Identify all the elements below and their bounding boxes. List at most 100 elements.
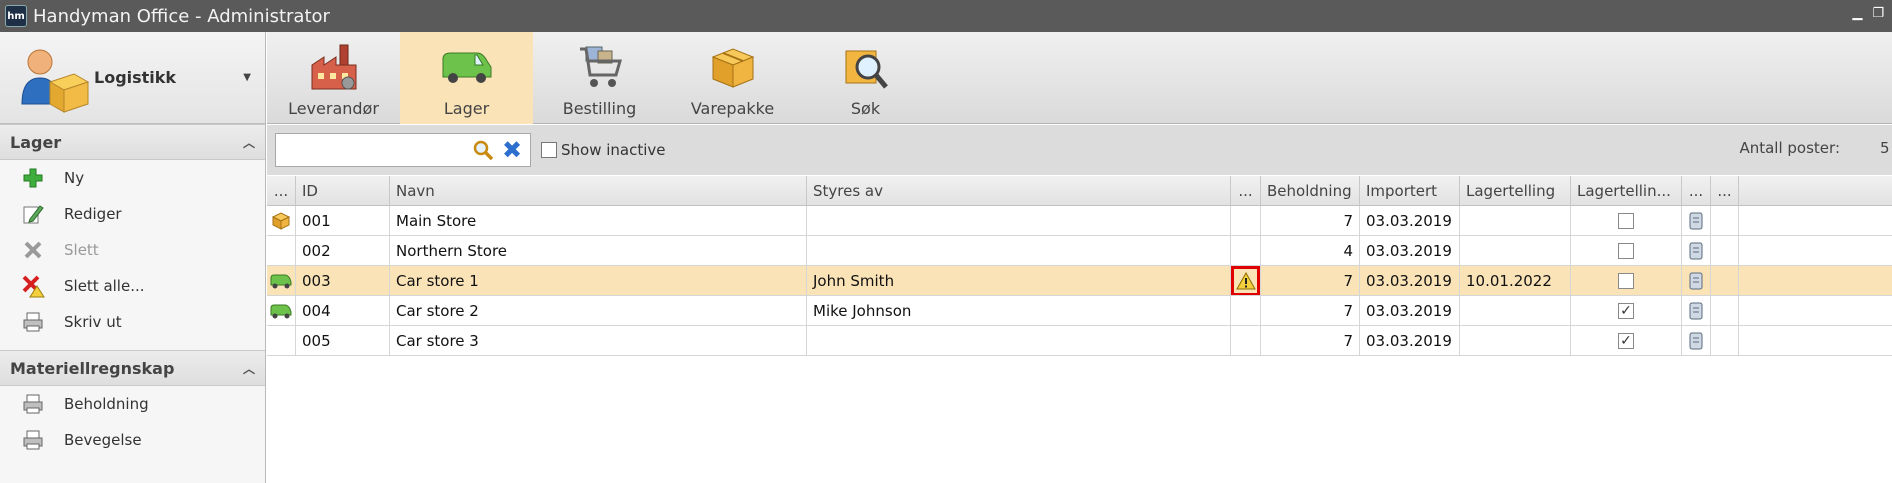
cell-styres-av	[807, 326, 1231, 355]
nav-item-beholdning[interactable]: Beholdning	[0, 386, 265, 422]
column-header-id[interactable]: ID	[296, 176, 390, 205]
toolbar-button-bestilling[interactable]: Bestilling	[533, 32, 666, 124]
table-row[interactable]: 001 Main Store 7 03.03.2019	[267, 206, 1892, 236]
box-icon	[267, 206, 296, 235]
nav-item-skriv-ut[interactable]: Skriv ut	[0, 304, 265, 340]
search-input[interactable]	[280, 138, 460, 162]
storage-grid: ... ID Navn Styres av ... Beholdning Imp…	[267, 176, 1892, 483]
toolbar-button-varepakke[interactable]: Varepakke	[666, 32, 799, 124]
counting-checkbox[interactable]	[1618, 272, 1634, 289]
collapse-chevron-icon[interactable]: ︿	[243, 360, 255, 377]
clear-icon[interactable]: ✖	[500, 137, 524, 163]
section-header-materiellregnskap[interactable]: Materiellregnskap ︿	[0, 350, 265, 386]
cell-lagertelling-active	[1571, 206, 1682, 235]
counting-checkbox[interactable]	[1618, 242, 1634, 259]
column-header-importert[interactable]: Importert	[1360, 176, 1460, 205]
counting-checkbox-checked[interactable]: ✓	[1618, 332, 1634, 349]
nav-item-rediger[interactable]: Rediger	[0, 196, 265, 232]
nav-item-label: Skriv ut	[64, 313, 122, 331]
column-header-type[interactable]: ...	[267, 176, 296, 205]
nav-item-label: Bevegelse	[64, 431, 142, 449]
document-icon[interactable]	[1682, 326, 1711, 355]
boxes-icon	[703, 41, 763, 93]
toolbar-button-label: Bestilling	[562, 99, 637, 118]
cell-warning	[1231, 206, 1261, 235]
cell-beholdning: 7	[1261, 326, 1360, 355]
cell-navn: Car store 3	[390, 326, 807, 355]
column-header-doc[interactable]: ...	[1682, 176, 1711, 205]
document-icon[interactable]	[1682, 206, 1711, 235]
cell-lagertelling-active	[1571, 266, 1682, 295]
cell-importert: 03.03.2019	[1360, 266, 1460, 295]
toolbar-button-label: Varepakke	[690, 99, 775, 118]
cell-beholdning: 7	[1261, 266, 1360, 295]
cell-warning	[1231, 266, 1261, 295]
cell-warning	[1231, 236, 1261, 265]
print-icon	[20, 392, 46, 416]
van-icon	[267, 266, 296, 295]
table-row[interactable]: 004 Car store 2 Mike Johnson 7 03.03.201…	[267, 296, 1892, 326]
record-count-value: 5	[1880, 139, 1890, 157]
filter-bar: ✖ Show inactive Antall poster: 5	[267, 125, 1892, 175]
delete-all-icon	[20, 274, 46, 298]
warning-icon[interactable]	[1231, 266, 1260, 295]
restore-icon[interactable]: ❐	[1872, 6, 1884, 21]
print-icon	[20, 428, 46, 452]
document-icon[interactable]	[1682, 266, 1711, 295]
nav-item-label: Ny	[64, 169, 85, 187]
section-title: Materiellregnskap	[10, 358, 175, 378]
cell-lagertelling	[1460, 206, 1571, 235]
toolbar-button-lager[interactable]: Lager	[400, 32, 533, 124]
cell-importert: 03.03.2019	[1360, 206, 1460, 235]
column-header-navn[interactable]: Navn	[390, 176, 807, 205]
document-icon[interactable]	[1682, 296, 1711, 325]
cell-lagertelling	[1460, 236, 1571, 265]
print-icon	[20, 310, 46, 334]
nav-item-label: Slett	[64, 241, 99, 259]
toolbar-button-sok[interactable]: Søk	[799, 32, 932, 124]
window-title: Handyman Office - Administrator	[33, 5, 330, 27]
window-controls: ▁ ❐	[1852, 6, 1884, 21]
van-icon	[267, 296, 296, 325]
column-header-lagertelling-active[interactable]: Lagertellin...	[1571, 176, 1682, 205]
column-header-extra[interactable]: ...	[1711, 176, 1739, 205]
table-row[interactable]: 002 Northern Store 4 03.03.2019	[267, 236, 1892, 266]
magnifier-icon	[836, 41, 896, 93]
table-row-selected[interactable]: 003 Car store 1 John Smith 7 03.03.2019 …	[267, 266, 1892, 296]
nav-item-bevegelse[interactable]: Bevegelse	[0, 422, 265, 458]
nav-item-slett-alle[interactable]: Slett alle...	[0, 268, 265, 304]
counting-checkbox-checked[interactable]: ✓	[1618, 302, 1634, 319]
column-header-warning[interactable]: ...	[1231, 176, 1261, 205]
collapse-chevron-icon[interactable]: ︿	[243, 134, 255, 151]
cell-extra	[1711, 326, 1739, 355]
document-icon[interactable]	[1682, 236, 1711, 265]
module-label: Logistikk	[94, 68, 177, 87]
nav-item-ny[interactable]: Ny	[0, 160, 265, 196]
show-inactive-checkbox[interactable]	[541, 142, 557, 158]
counting-checkbox[interactable]	[1618, 212, 1634, 229]
cell-type	[267, 326, 296, 355]
column-header-styres-av[interactable]: Styres av	[807, 176, 1231, 205]
title-bar: hm Handyman Office - Administrator ▁ ❐	[0, 0, 1892, 32]
cell-navn: Northern Store	[390, 236, 807, 265]
column-header-lagertelling[interactable]: Lagertelling	[1460, 176, 1571, 205]
toolbar-button-leverandor[interactable]: Leverandør	[267, 32, 400, 124]
show-inactive-label: Show inactive	[561, 141, 666, 159]
nav-item-label: Beholdning	[64, 395, 149, 413]
dropdown-caret-icon[interactable]: ▼	[243, 72, 251, 83]
cell-warning	[1231, 296, 1261, 325]
section-header-lager[interactable]: Lager ︿	[0, 124, 265, 160]
edit-icon	[20, 202, 46, 226]
toolbar-button-label: Lager	[443, 99, 490, 118]
cell-beholdning: 7	[1261, 296, 1360, 325]
minimize-icon[interactable]: ▁	[1852, 6, 1862, 21]
table-row[interactable]: 005 Car store 3 7 03.03.2019 ✓	[267, 326, 1892, 356]
module-selector[interactable]: Logistikk ▼	[0, 32, 265, 124]
column-header-beholdning[interactable]: Beholdning	[1261, 176, 1360, 205]
van-icon	[437, 41, 497, 93]
nav-item-slett[interactable]: Slett	[0, 232, 265, 268]
cart-icon	[570, 41, 630, 93]
plus-icon	[20, 166, 46, 190]
search-icon[interactable]	[472, 139, 494, 161]
